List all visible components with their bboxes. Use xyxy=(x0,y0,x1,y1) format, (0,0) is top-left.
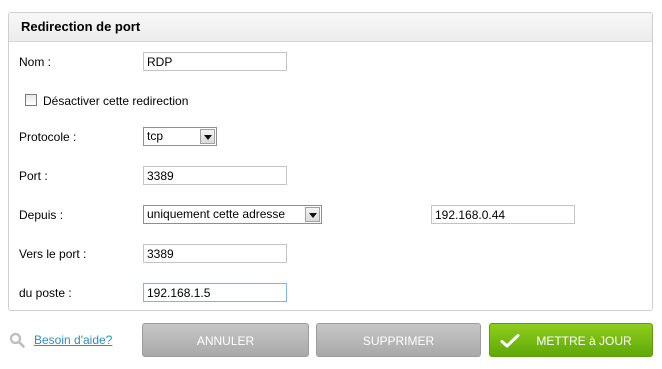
cancel-button[interactable]: ANNULER xyxy=(142,323,309,357)
delete-button-label: SUPPRIMER xyxy=(362,334,435,348)
check-icon xyxy=(500,334,520,348)
dropdown-arrow-icon xyxy=(305,207,320,222)
protocol-select[interactable]: tcp xyxy=(143,127,217,146)
to-port-input[interactable] xyxy=(143,244,287,263)
help-link[interactable]: Besoin d'aide? xyxy=(34,333,112,347)
update-button-label: METTRE à JOUR xyxy=(536,334,632,348)
from-select[interactable]: uniquement cette adresse xyxy=(143,205,322,224)
from-address-input[interactable] xyxy=(431,205,575,224)
port-redirection-panel: Redirection de port xyxy=(8,12,653,311)
disable-redirection-label: Désactiver cette redirection xyxy=(43,94,189,108)
dropdown-arrow-icon xyxy=(200,129,215,144)
from-label: Depuis : xyxy=(19,208,64,222)
port-input[interactable] xyxy=(143,166,287,185)
search-icon xyxy=(9,332,25,348)
to-port-label: Vers le port : xyxy=(19,247,87,261)
delete-button[interactable]: SUPPRIMER xyxy=(316,323,481,357)
from-select-value: uniquement cette adresse xyxy=(147,207,286,221)
name-label: Nom : xyxy=(19,55,52,69)
cancel-button-label: ANNULER xyxy=(196,334,255,348)
disable-redirection-checkbox[interactable] xyxy=(25,94,37,106)
protocol-label: Protocole : xyxy=(19,130,77,144)
host-label: du poste : xyxy=(19,286,72,300)
update-button[interactable]: METTRE à JOUR xyxy=(489,323,653,357)
port-label: Port : xyxy=(19,169,48,183)
name-input[interactable] xyxy=(143,52,287,71)
protocol-select-value: tcp xyxy=(147,129,164,143)
panel-title: Redirection de port xyxy=(9,13,652,42)
host-input[interactable] xyxy=(143,283,287,302)
